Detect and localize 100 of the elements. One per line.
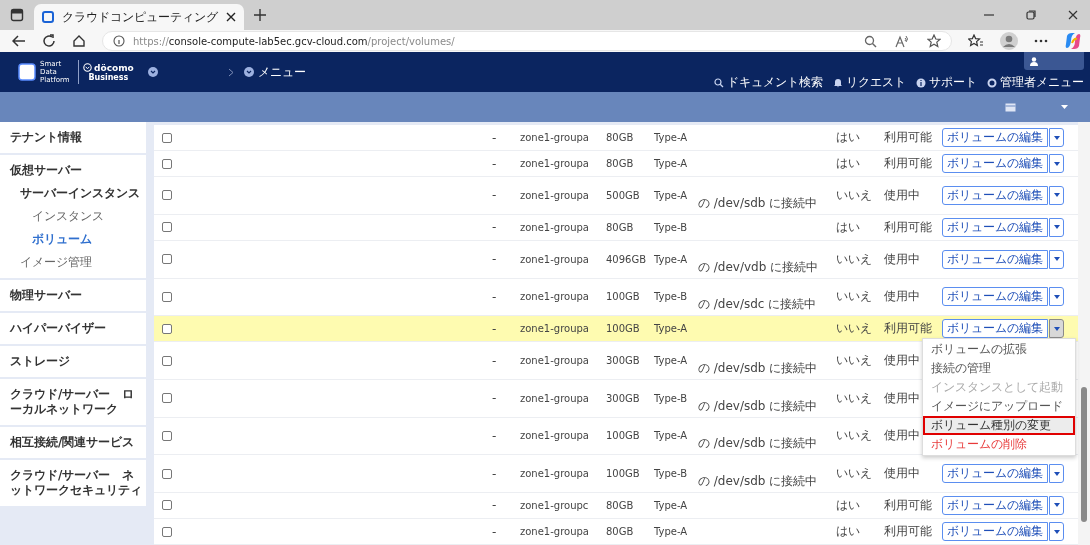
scrollbar[interactable]: [1078, 122, 1090, 545]
edit-volume-button[interactable]: ボリュームの編集: [942, 128, 1048, 148]
table-cell-text: 4096GB: [606, 253, 648, 265]
dropdown-toggle-button[interactable]: [1049, 217, 1064, 237]
table-row[interactable]: - zone1-groupa 500GB Type-A の /dev/sdb に接続中 いいえ 使用中 ボリュームの編集: [154, 177, 1078, 215]
caret-down-icon[interactable]: [1061, 105, 1068, 109]
header-link[interactable]: 管理者メニュー: [987, 74, 1084, 91]
row-checkbox[interactable]: [162, 323, 172, 334]
info-icon[interactable]: [113, 35, 125, 47]
menu-button[interactable]: メニュー: [243, 63, 306, 81]
row-checkbox[interactable]: [162, 158, 172, 169]
dropdown-toggle-button[interactable]: [1049, 128, 1064, 148]
dropdown-toggle-button[interactable]: [1049, 522, 1064, 541]
row-checkbox[interactable]: [162, 500, 172, 511]
edit-volume-button[interactable]: ボリュームの編集: [942, 154, 1048, 174]
edit-volume-button[interactable]: ボリュームの編集: [942, 464, 1048, 484]
table-row[interactable]: - zone1-groupa 100GB Type-B の /dev/sdb に接続中 いいえ 使用中 ボリュームの編集: [154, 455, 1078, 493]
row-checkbox[interactable]: [162, 132, 172, 143]
header-link[interactable]: ドキュメント検索: [714, 74, 823, 91]
home-icon[interactable]: [72, 34, 86, 48]
table-row[interactable]: - zone1-groupa 80GB Type-B はい 利用可能 ボリュームの編集: [154, 214, 1078, 241]
row-checkbox[interactable]: [162, 190, 172, 201]
dropdown-toggle-button[interactable]: [1049, 249, 1064, 269]
close-icon[interactable]: [1068, 10, 1078, 20]
table-row[interactable]: - zone1-groupa 80GB Type-A はい 利用可能 ボリュームの編集: [154, 125, 1078, 152]
copilot-icon[interactable]: [1064, 32, 1082, 50]
dropdown-toggle-button[interactable]: [1049, 495, 1064, 515]
table-cell-text: 80GB: [606, 526, 635, 537]
dropdown-toggle-button[interactable]: [1049, 464, 1064, 484]
dropdown-toggle-button[interactable]: [1049, 186, 1064, 205]
user-menu-button[interactable]: [1024, 52, 1084, 70]
table-cell-text: -: [492, 156, 498, 171]
table-row[interactable]: - zone1-groupa 80GB Type-A はい 利用可能 ボリュームの編集: [154, 519, 1078, 545]
edit-volume-button[interactable]: ボリュームの編集: [942, 319, 1048, 339]
calendar-icon[interactable]: [1005, 102, 1016, 112]
sidebar-item[interactable]: イメージ管理: [0, 251, 146, 274]
sidebar-item[interactable]: 仮想サーバー: [0, 159, 146, 182]
browser-tab[interactable]: クラウドコンピューティング: [34, 4, 244, 30]
table-cell-text: zone1-groupa: [520, 430, 590, 442]
row-checkbox[interactable]: [162, 291, 172, 302]
table-cell-text: Type-B: [654, 221, 689, 233]
caret-down-icon: [1053, 503, 1060, 508]
edit-volume-button[interactable]: ボリュームの編集: [942, 217, 1048, 237]
menu-item[interactable]: ボリュームの削除: [923, 435, 1075, 455]
sidebar-item[interactable]: インスタンス: [0, 205, 146, 228]
table-row[interactable]: - zone1-groupa 80GB Type-A はい 利用可能 ボリュームの編集: [154, 151, 1078, 178]
new-tab-icon[interactable]: [254, 9, 266, 21]
table-cell-text: -: [492, 466, 498, 481]
read-aloud-icon[interactable]: [895, 34, 909, 48]
row-checkbox[interactable]: [162, 222, 172, 233]
row-checkbox[interactable]: [162, 468, 172, 479]
sidebar-item[interactable]: サーバーインスタンス: [0, 182, 146, 205]
caret-down-icon: [1053, 225, 1060, 230]
menu-item[interactable]: イメージにアップロード: [923, 397, 1075, 417]
edit-volume-button[interactable]: ボリュームの編集: [942, 495, 1048, 515]
address-field[interactable]: https://console-compute-lab5ec.gcv-cloud.com/project/volumes/: [102, 31, 952, 51]
zoom-icon[interactable]: [864, 34, 877, 48]
menu-item: インスタンスとして起動: [930, 379, 1064, 397]
row-checkbox[interactable]: [162, 526, 172, 537]
tab-actions-icon[interactable]: [10, 8, 24, 22]
edit-volume-button[interactable]: ボリュームの編集: [942, 522, 1048, 541]
star-icon[interactable]: [927, 34, 941, 48]
caret-down-icon: [1053, 257, 1060, 262]
chevron-down-icon: [243, 67, 254, 77]
chevron-down-icon[interactable]: [147, 67, 158, 77]
table-cell-text: はい: [836, 218, 861, 236]
table-cell-text: zone1-groupa: [520, 392, 590, 404]
edit-volume-button[interactable]: ボリュームの編集: [942, 287, 1048, 307]
attachment-text: の /dev/sdb に接続中: [698, 195, 818, 210]
dropdown-toggle-button[interactable]: [1049, 287, 1064, 307]
brand-name: döcomo: [94, 62, 134, 73]
row-checkbox[interactable]: [162, 430, 172, 441]
row-checkbox[interactable]: [162, 393, 172, 404]
menu-item[interactable]: 接続の管理: [923, 359, 1075, 379]
close-icon[interactable]: [226, 12, 236, 22]
edit-volume-button[interactable]: ボリュームの編集: [942, 249, 1048, 269]
table-cell-text: -: [492, 188, 498, 203]
profile-avatar-icon[interactable]: [1000, 32, 1018, 50]
search-icon: [714, 77, 724, 88]
restore-icon[interactable]: [1026, 10, 1036, 20]
dropdown-toggle-button[interactable]: [1049, 319, 1064, 339]
table-cell-text: zone1-groupc: [520, 499, 590, 511]
header-link[interactable]: サポート: [916, 74, 977, 91]
table-cell: 利用可能: [884, 130, 932, 145]
menu-item[interactable]: ボリューム種別の変更: [923, 416, 1075, 436]
more-icon[interactable]: [1034, 39, 1048, 43]
table-cell-text: -: [492, 130, 498, 145]
table-row[interactable]: - zone1-groupa 4096GB Type-A の /dev/vdb に接続中 いいえ 使用中 ボリュームの編集: [154, 240, 1078, 279]
edit-volume-button[interactable]: ボリュームの編集: [942, 186, 1048, 205]
sidebar-item[interactable]: ボリューム: [0, 228, 146, 251]
favorites-icon[interactable]: [968, 34, 984, 48]
dropdown-toggle-button[interactable]: [1049, 154, 1064, 174]
table-row[interactable]: - zone1-groupc 80GB Type-A はい 利用可能 ボリュームの編集: [154, 492, 1078, 519]
menu-item[interactable]: ボリュームの拡張: [923, 340, 1075, 360]
back-icon[interactable]: [12, 35, 26, 47]
row-checkbox[interactable]: [162, 355, 172, 366]
scrollbar-thumb[interactable]: [1081, 387, 1087, 522]
header-link[interactable]: リクエスト: [833, 74, 906, 91]
reload-icon[interactable]: [42, 34, 56, 48]
row-checkbox[interactable]: [162, 254, 172, 265]
